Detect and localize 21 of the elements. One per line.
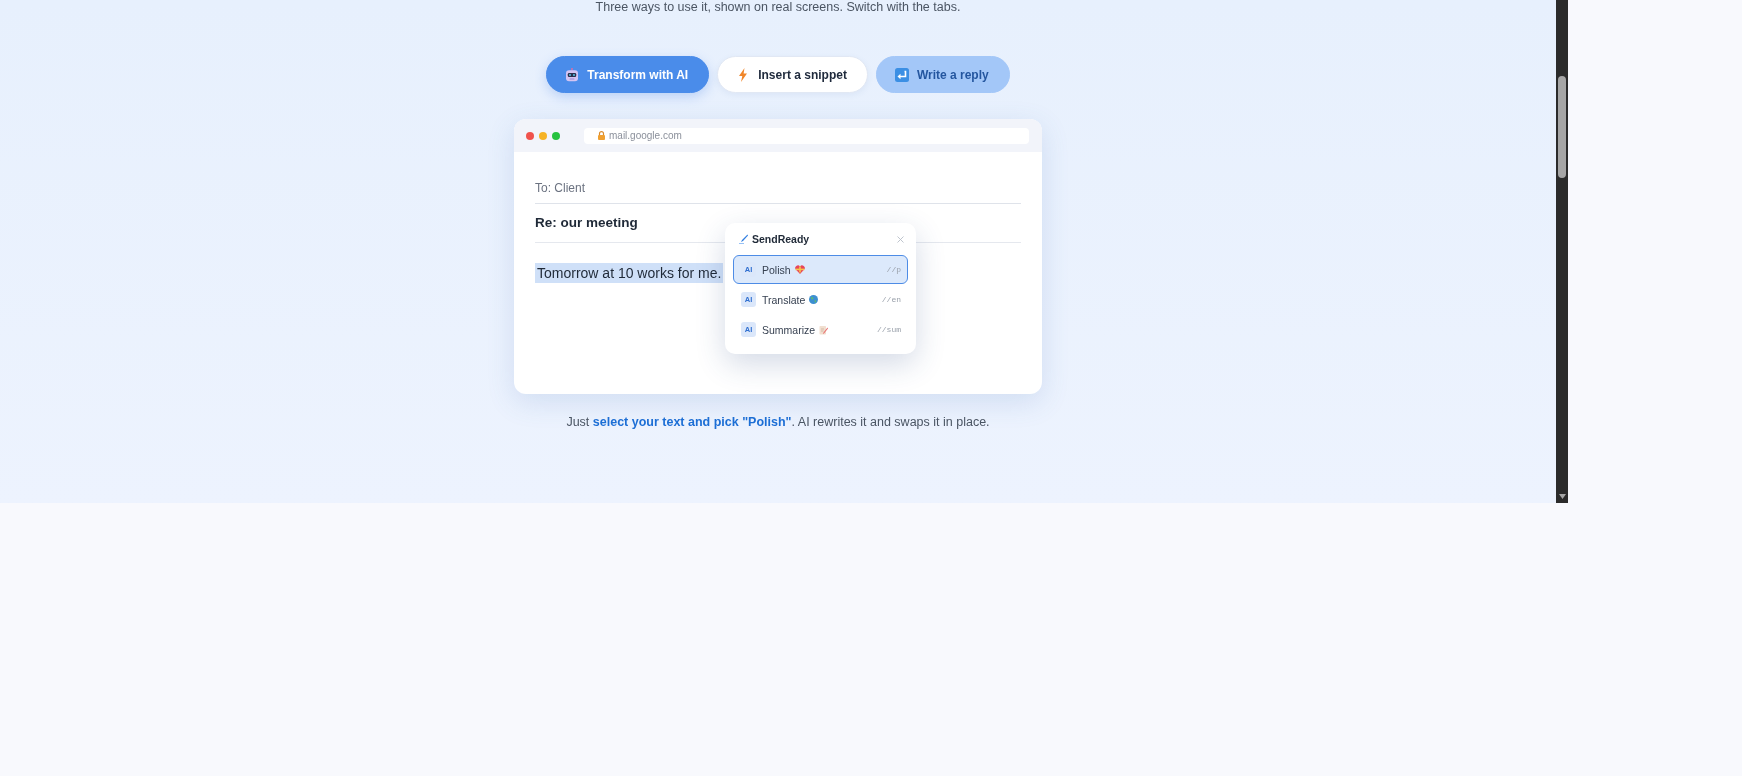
tab[interactable]: Write a reply bbox=[875, 56, 1010, 93]
scrollbar[interactable] bbox=[1556, 0, 1568, 503]
shortcut-hint: //sum bbox=[877, 324, 901, 335]
popup-title: SendReady bbox=[752, 233, 810, 245]
pen-icon bbox=[739, 234, 748, 244]
scroll-down-icon[interactable] bbox=[1558, 494, 1566, 499]
memo-icon bbox=[819, 324, 829, 335]
body-text: Tomorrow at 10 works for me. bbox=[535, 263, 724, 283]
tab[interactable]: Insert a snippet bbox=[717, 56, 868, 93]
close-icon[interactable] bbox=[897, 235, 904, 243]
subject-line: Re: our meeting bbox=[535, 214, 638, 232]
globe-icon bbox=[809, 295, 819, 304]
scrollbar-thumb[interactable] bbox=[1558, 76, 1566, 178]
heart-icon bbox=[794, 265, 805, 274]
shortcut-hint: //p bbox=[886, 264, 901, 275]
robot-icon bbox=[565, 67, 580, 82]
intro-text: Three ways to use it, shown on real screens. Switch with the tabs. bbox=[595, 0, 961, 14]
shortcut-hint: //en bbox=[881, 294, 901, 305]
caption-text: Just select your text and pick "Polish". AI rewrites it and swaps it in place. bbox=[566, 414, 990, 431]
lock-icon bbox=[598, 131, 605, 140]
recipient-line: To: Client bbox=[535, 180, 586, 196]
